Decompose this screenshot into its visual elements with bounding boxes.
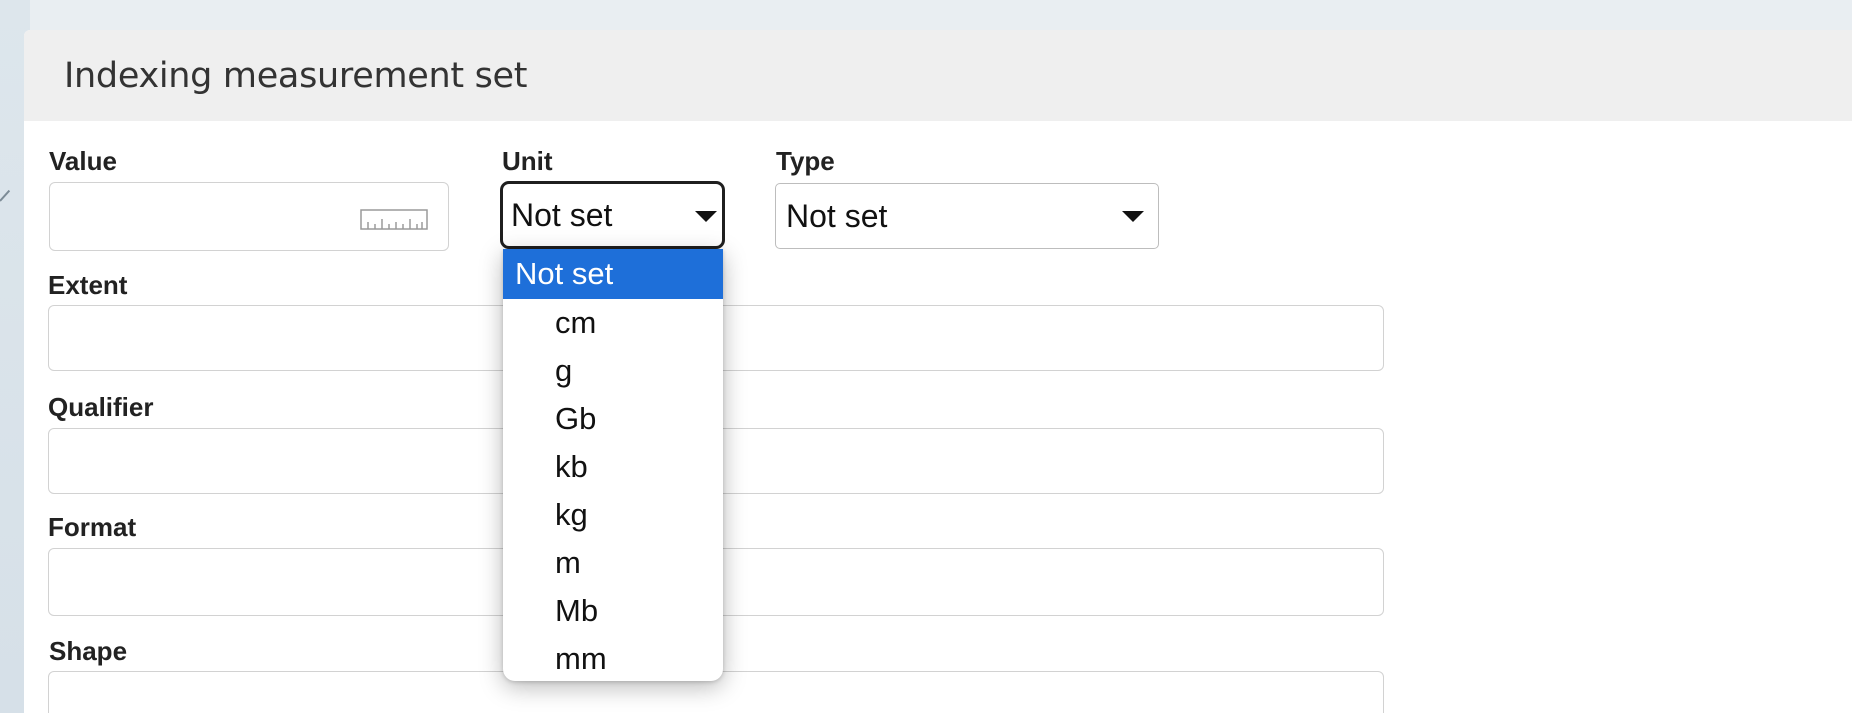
type-select[interactable]: Not set <box>775 183 1159 249</box>
type-label: Type <box>776 146 835 176</box>
unit-option-g[interactable]: g <box>503 347 723 395</box>
value-input[interactable] <box>49 182 449 251</box>
shape-label: Shape <box>49 636 128 666</box>
type-select-value: Not set <box>786 197 888 234</box>
panel-title: Indexing measurement set <box>64 55 528 96</box>
unit-option-mb[interactable]: Mb <box>503 587 723 635</box>
unit-option-mm[interactable]: mm <box>503 635 723 681</box>
backdrop-accent-line <box>0 189 11 202</box>
extent-label: Extent <box>48 270 128 300</box>
format-label: Format <box>48 512 137 542</box>
unit-select[interactable]: Not set <box>500 181 725 249</box>
panel-header: Indexing measurement set <box>24 30 1852 121</box>
unit-dropdown-list: Not set cm g Gb kb kg m Mb mm <box>503 249 723 681</box>
unit-option-kg[interactable]: kg <box>503 491 723 539</box>
qualifier-label: Qualifier <box>48 392 154 422</box>
unit-option-m[interactable]: m <box>503 539 723 587</box>
unit-option-gb[interactable]: Gb <box>503 395 723 443</box>
unit-label: Unit <box>502 146 553 176</box>
unit-option-cm[interactable]: cm <box>503 299 723 347</box>
caret-down-icon <box>695 211 717 222</box>
caret-down-icon <box>1122 211 1144 222</box>
value-label: Value <box>49 146 117 176</box>
unit-select-value: Not set <box>511 196 613 233</box>
unit-option-kb[interactable]: kb <box>503 443 723 491</box>
unit-option-not-set[interactable]: Not set <box>503 249 723 299</box>
ruler-icon <box>360 209 428 230</box>
